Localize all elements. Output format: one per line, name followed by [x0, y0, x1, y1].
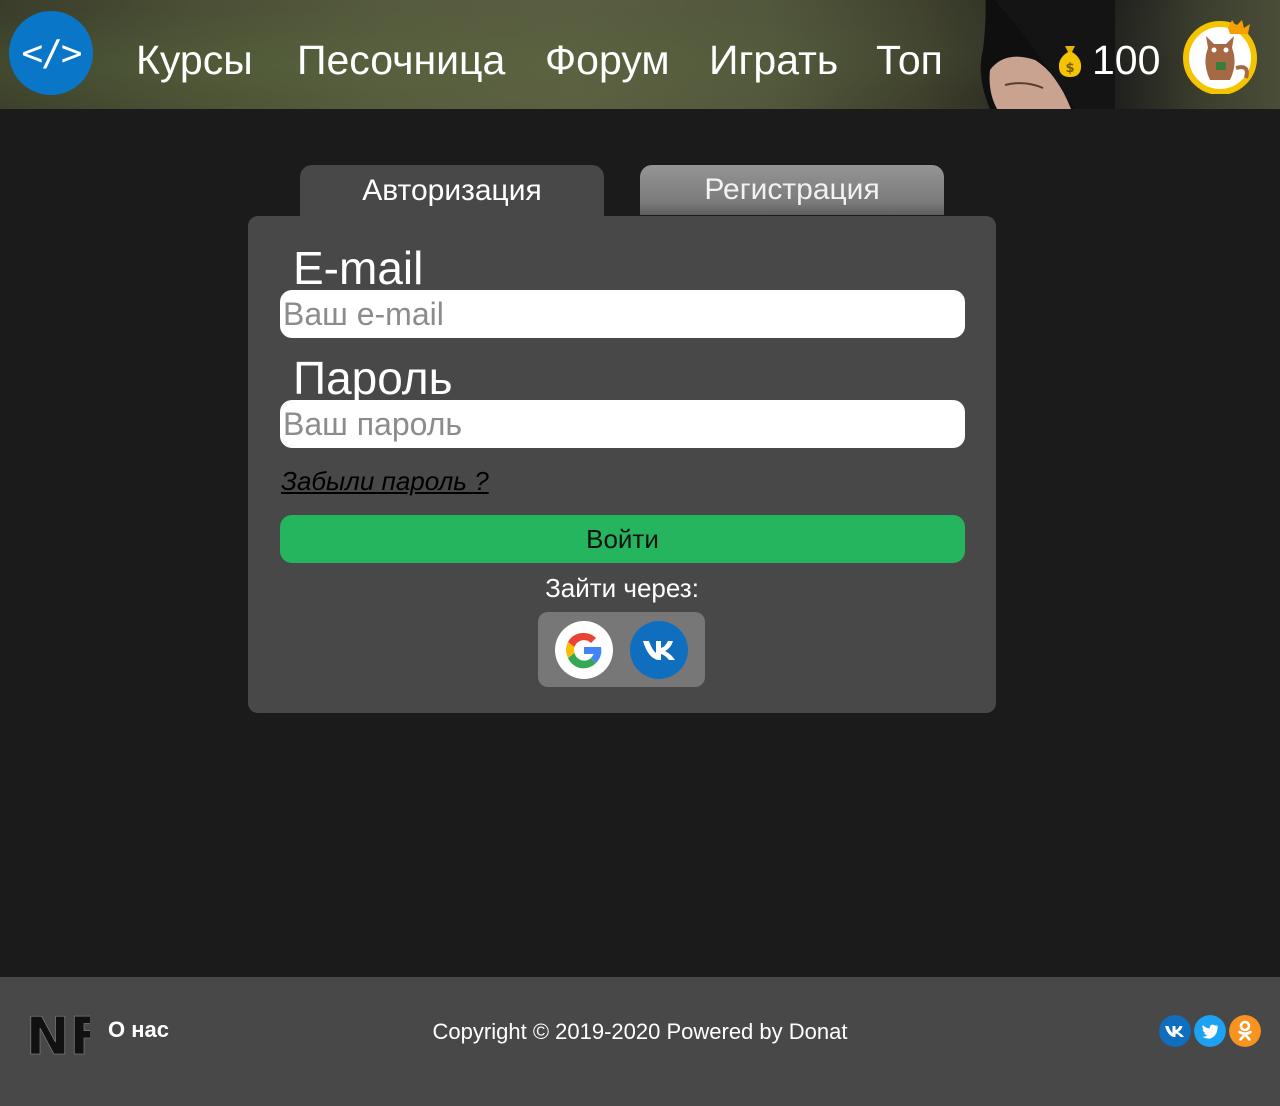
login-via-label: Зайти через: — [545, 573, 699, 603]
twitter-icon[interactable] — [1194, 1015, 1226, 1047]
login-button[interactable]: Войти — [280, 515, 965, 563]
user-avatar[interactable] — [1180, 18, 1260, 94]
tab-register[interactable]: Регистрация — [640, 165, 944, 215]
svg-text:$: $ — [1065, 61, 1074, 76]
password-label: Пароль — [293, 352, 453, 404]
vk-icon[interactable] — [1159, 1015, 1191, 1047]
nav-play[interactable]: Играть — [709, 36, 838, 84]
google-login-icon[interactable] — [554, 620, 614, 680]
money-bag-icon: $ — [1058, 46, 1082, 77]
nav-top[interactable]: Топ — [876, 36, 943, 84]
vk-login-icon[interactable] — [629, 620, 689, 680]
copyright-text: Copyright © 2019-2020 Powered by Donat — [432, 1019, 848, 1044]
site-logo[interactable]: </> — [9, 11, 93, 95]
top-header: </> Курсы Песочница Форум Играть Топ $ 1… — [0, 0, 1280, 109]
nav-sandbox[interactable]: Песочница — [297, 36, 505, 84]
nav-courses[interactable]: Курсы — [136, 36, 253, 84]
forgot-password-link[interactable]: Забыли пароль ? — [281, 465, 489, 497]
email-label: E-mail — [293, 242, 424, 294]
tab-login[interactable]: Авторизация — [300, 165, 604, 217]
logo-text: </> — [21, 32, 82, 74]
coin-balance: 100 — [1092, 37, 1161, 83]
nav-forum[interactable]: Форум — [545, 36, 670, 84]
password-field[interactable] — [280, 400, 965, 448]
email-field[interactable] — [280, 290, 965, 338]
odnoklassniki-icon[interactable] — [1229, 1015, 1261, 1047]
